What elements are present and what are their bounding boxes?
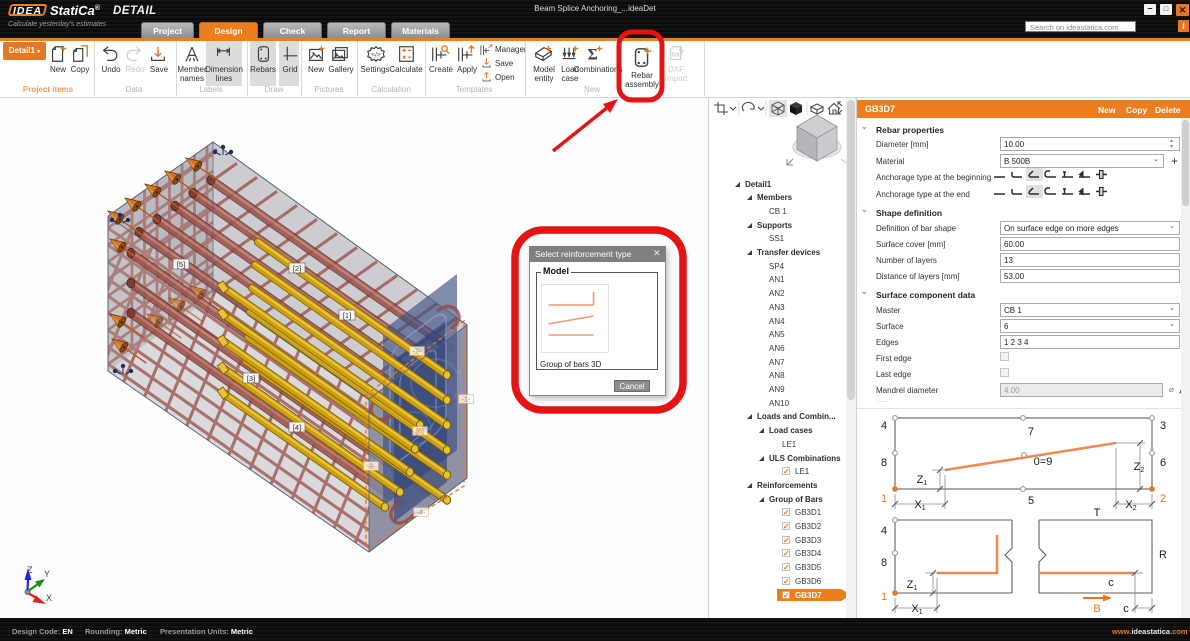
svg-text:X2: X2 (1125, 499, 1136, 512)
svg-text:[5]: [5] (177, 260, 185, 269)
svg-text:-4-: -4- (417, 510, 426, 517)
svg-text:[4]: [4] (293, 423, 301, 432)
svg-text:8: 8 (881, 457, 887, 469)
svg-text:3: 3 (1160, 420, 1166, 432)
svg-text:0=9: 0=9 (1034, 456, 1053, 468)
svg-text:[3]: [3] (247, 374, 255, 383)
svg-text:[1]: [1] (343, 311, 351, 320)
svg-text:1: 1 (881, 591, 887, 603)
svg-text:X: X (46, 593, 52, 603)
svg-text:c: c (1123, 603, 1129, 615)
svg-text:-2-: -2- (413, 349, 422, 356)
svg-text:Z1: Z1 (917, 474, 928, 487)
svg-text:Σ: Σ (588, 46, 598, 63)
svg-text:T: T (1094, 507, 1101, 519)
svg-text:5: 5 (1028, 495, 1034, 507)
svg-text:B: B (1093, 603, 1100, 615)
svg-text:DXF: DXF (671, 53, 683, 59)
svg-text:4: 4 (881, 420, 887, 432)
svg-text:Y: Y (44, 569, 50, 579)
svg-text:4: 4 (881, 525, 887, 537)
svg-text:[2]: [2] (293, 264, 301, 273)
svg-text:Z2: Z2 (1134, 461, 1145, 474)
svg-text:6: 6 (1160, 457, 1166, 469)
svg-text:R: R (1159, 549, 1167, 561)
svg-text:X1: X1 (914, 499, 925, 512)
svg-text:[6]: [6] (416, 429, 424, 436)
svg-text:</>: </> (371, 51, 380, 58)
svg-text:c: c (1108, 577, 1114, 589)
svg-text:-3-: -3- (367, 464, 376, 471)
svg-text:1: 1 (881, 493, 887, 505)
svg-text:7: 7 (1028, 426, 1034, 438)
svg-text:Z: Z (27, 565, 33, 575)
svg-text:2: 2 (1160, 493, 1166, 505)
svg-text:-1-: -1- (462, 397, 471, 404)
svg-text:8: 8 (881, 557, 887, 569)
svg-text:Z1: Z1 (907, 579, 918, 592)
svg-text:X1: X1 (911, 603, 922, 616)
